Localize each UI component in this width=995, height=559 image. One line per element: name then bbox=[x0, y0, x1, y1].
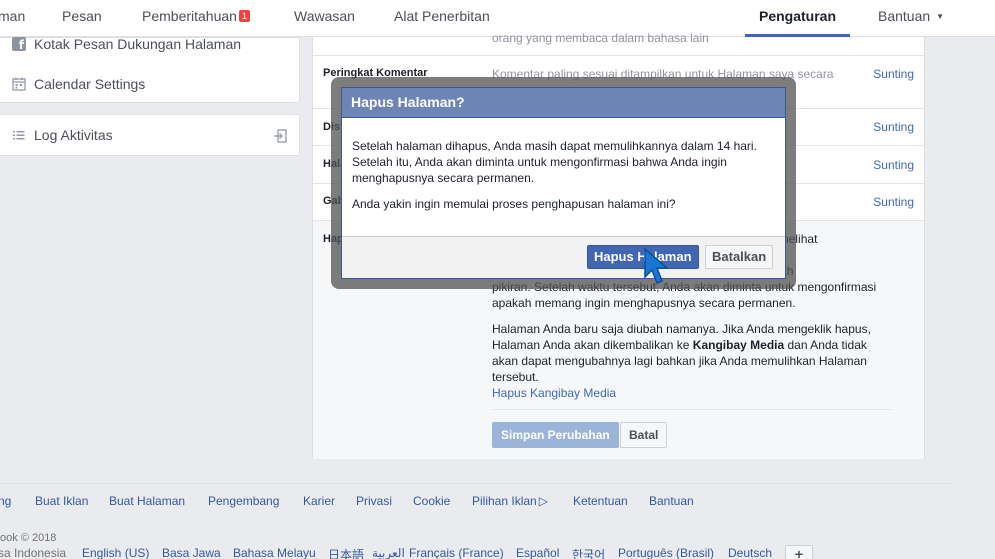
footer-link[interactable]: Privasi bbox=[356, 494, 392, 508]
sidebar-item-calendar-settings[interactable]: Calendar Settings bbox=[12, 76, 145, 92]
language-link[interactable]: English (US) bbox=[82, 546, 149, 559]
save-changes-button[interactable]: Simpan Perubahan bbox=[492, 422, 619, 448]
calendar-icon bbox=[12, 77, 26, 91]
dialog-cancel-button[interactable]: Batalkan bbox=[705, 245, 774, 269]
footer-link[interactable]: Bantuan bbox=[649, 494, 694, 508]
language-current: sa Indonesia bbox=[0, 546, 67, 559]
tab-halaman[interactable]: man bbox=[0, 0, 25, 34]
footer-link[interactable]: Buat Iklan bbox=[35, 494, 88, 508]
sidebar-card: Kotak Pesan Dukungan Halaman Calendar Se… bbox=[0, 36, 300, 103]
tab-pemberitahuan[interactable]: Pemberitahuan 1 bbox=[142, 0, 250, 34]
notification-badge: 1 bbox=[238, 10, 250, 22]
dialog-question: Anda yakin ingin memulai proses penghapu… bbox=[352, 197, 676, 211]
language-link[interactable]: Español bbox=[516, 546, 559, 559]
language-link[interactable]: Français (France) bbox=[409, 546, 504, 559]
enter-icon[interactable] bbox=[273, 129, 287, 146]
tab-pengaturan[interactable]: Pengaturan bbox=[745, 0, 850, 37]
sidebar-card-activity: Log Aktivitas bbox=[0, 114, 300, 156]
rename-warning-text: Halaman Anda baru saja diubah namanya. J… bbox=[492, 322, 871, 384]
sidebar-item-activity-log[interactable]: Log Aktivitas bbox=[12, 127, 113, 143]
dialog-footer: Hapus Halaman Batalkan bbox=[342, 236, 785, 278]
footer-divider bbox=[0, 483, 952, 484]
tab-bantuan[interactable]: Bantuan ▼ bbox=[878, 0, 944, 34]
edit-link-page[interactable]: Sunting bbox=[873, 158, 914, 172]
tab-wawasan[interactable]: Wawasan bbox=[294, 0, 355, 34]
edit-link-comment-ranking[interactable]: Sunting bbox=[873, 67, 914, 81]
footer-link[interactable]: Karier bbox=[303, 494, 335, 508]
edit-link-distribution[interactable]: Sunting bbox=[873, 120, 914, 134]
setting-desc: orang yang membaca dalam bahasa lain bbox=[492, 31, 709, 45]
delete-page-dialog: Hapus Halaman? Setelah halaman dihapus, … bbox=[341, 87, 786, 279]
mouse-cursor-icon bbox=[644, 247, 669, 284]
edit-link-merge[interactable]: Sunting bbox=[873, 195, 914, 209]
adchoices-icon: ▷ bbox=[538, 494, 548, 508]
language-link[interactable]: العربية bbox=[372, 546, 405, 559]
more-languages-button[interactable]: + bbox=[785, 545, 813, 559]
language-link[interactable]: Deutsch bbox=[728, 546, 772, 559]
row-divider bbox=[313, 55, 924, 56]
caret-down-icon: ▼ bbox=[936, 12, 945, 21]
dialog-title: Hapus Halaman? bbox=[342, 88, 785, 118]
footer-link[interactable]: Ketentuan bbox=[573, 494, 628, 508]
dialog-message: Setelah halaman dihapus, Anda masih dapa… bbox=[352, 139, 757, 185]
language-link[interactable]: 한국어 bbox=[572, 546, 605, 559]
list-icon bbox=[12, 128, 26, 142]
dialog-overlay-frame: Hapus Halaman? Setelah halaman dihapus, … bbox=[331, 77, 796, 289]
footer-link[interactable]: ng bbox=[0, 494, 11, 508]
facebook-square-icon bbox=[12, 37, 26, 52]
footer-link[interactable]: Pengembang bbox=[208, 494, 279, 508]
row-divider bbox=[492, 409, 892, 410]
language-link[interactable]: 日本語 bbox=[328, 546, 364, 559]
cancel-button[interactable]: Batal bbox=[620, 422, 668, 448]
language-link[interactable]: Bahasa Melayu bbox=[233, 546, 316, 559]
language-link[interactable]: Português (Brasil) bbox=[618, 546, 714, 559]
footer-link-adchoices[interactable]: Pilihan Iklan ▷ bbox=[472, 494, 548, 508]
footer-link[interactable]: Cookie bbox=[413, 494, 450, 508]
delete-page-link[interactable]: Hapus Kangibay Media bbox=[492, 385, 892, 401]
footer-link[interactable]: Buat Halaman bbox=[109, 494, 185, 508]
tab-alat-penerbitan[interactable]: Alat Penerbitan bbox=[394, 0, 490, 34]
tab-pesan[interactable]: Pesan bbox=[62, 0, 102, 34]
dialog-body: Setelah halaman dihapus, Anda masih dapa… bbox=[342, 118, 785, 212]
copyright: ook © 2018 bbox=[0, 532, 57, 544]
sidebar-item-support-inbox[interactable]: Kotak Pesan Dukungan Halaman bbox=[12, 36, 241, 52]
language-link[interactable]: Basa Jawa bbox=[162, 546, 221, 559]
